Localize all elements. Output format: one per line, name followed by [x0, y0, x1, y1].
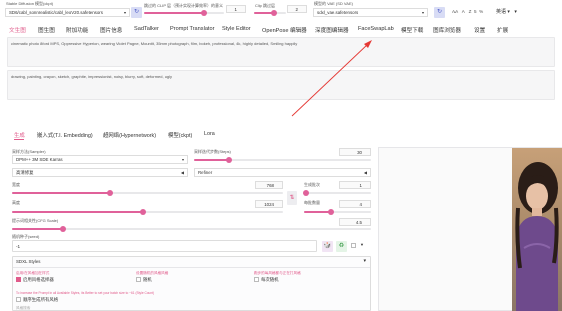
swap-dimensions-icon[interactable]: ⇅ — [287, 191, 297, 205]
collapse-icon[interactable]: ▼ — [363, 258, 367, 263]
enable-style-checkbox[interactable]: 启用风格选择器 — [16, 277, 54, 283]
clip-efficiency-slider[interactable] — [144, 10, 224, 16]
vae-select[interactable]: sdxl_vae.safetensors ▾ — [313, 8, 428, 17]
generated-image[interactable] — [512, 148, 562, 311]
batch-count-label: 生成批次 — [304, 182, 320, 187]
random-style-checkbox[interactable]: 随机 — [136, 277, 152, 283]
vae-value: sdxl_vae.safetensors — [317, 10, 359, 15]
batch-count-value[interactable]: 1 — [339, 181, 371, 189]
sampler-value: DPM++ 3M SDE Karras — [16, 157, 63, 162]
refresh-vae-icon[interactable]: ↻ — [434, 7, 445, 18]
chevron-down-icon: ▾ — [507, 9, 510, 15]
chevron-down-icon: ▾ — [123, 10, 126, 15]
percent-icon[interactable]: % — [479, 9, 483, 14]
language-value: 英语 — [496, 9, 507, 15]
clip-skip-label: Clip 跳过层 — [255, 3, 276, 8]
subtab-lora[interactable]: Lora — [204, 131, 215, 137]
steps-value[interactable]: 30 — [339, 148, 371, 156]
chevron-down-icon: ▾ — [181, 157, 184, 162]
height-slider[interactable] — [12, 209, 283, 215]
tab-model-download[interactable]: 模型下载 — [401, 26, 423, 34]
tab-sadtalker[interactable]: SadTalker — [134, 26, 159, 32]
tab-depth-editor[interactable]: 深度图编辑器 — [315, 26, 349, 34]
clip-efficiency-value[interactable]: 1 — [226, 5, 246, 13]
height-label: 高度 — [12, 200, 20, 205]
seed-input[interactable]: -1 — [12, 240, 317, 252]
tab-extensions[interactable]: 扩展 — [497, 26, 508, 34]
subtab-hypernetwork[interactable]: 超网络(Hypernetwork) — [103, 131, 156, 139]
tab-extras[interactable]: 附加功能 — [66, 26, 88, 34]
chevron-left-icon: ◀ — [363, 170, 367, 175]
style-search-input[interactable]: 风格搜索 — [16, 306, 166, 311]
portrait-photo — [512, 148, 562, 311]
tab-img2img[interactable]: 图生图 — [38, 26, 55, 34]
output-gallery[interactable] — [378, 147, 562, 311]
width-label: 宽度 — [12, 182, 20, 187]
tab-faceswaplab[interactable]: FaceSwapLab — [358, 26, 394, 32]
sdxl-styles-panel: SDXL Styles ▼ 启用/在风格加在样式 启用风格选择器 设置随机的风格… — [12, 256, 371, 311]
extra-seed-checkbox[interactable] — [351, 243, 358, 249]
sequential-styles-checkbox[interactable]: 顺序生成所有风格 — [16, 297, 58, 303]
checkpoint-value: SD6/cabl_sonnrealistic/cabl_leoV20.safet… — [9, 10, 103, 15]
negative-prompt-input[interactable]: drawing, painting, crayon, sketch, graph… — [7, 70, 555, 100]
tab-png-info[interactable]: 图片信息 — [100, 26, 122, 34]
tab-txt2img[interactable]: 文生图 — [9, 26, 26, 34]
triangle-down-icon[interactable]: ▼ — [360, 242, 364, 247]
sdxl-styles-title: SDXL Styles — [16, 259, 41, 264]
tab-openpose-editor[interactable]: OpenPose 编辑器 — [262, 26, 307, 34]
clip-skip-value[interactable]: 2 — [287, 5, 307, 13]
checkpoint-label: Stable Diffusion 模型(ckpt) — [6, 1, 54, 6]
steps-slider[interactable] — [194, 157, 371, 163]
width-slider[interactable] — [12, 190, 283, 196]
cfg-label: 提示词相关性(CFG Scale) — [12, 218, 59, 223]
random-each-checkbox[interactable]: 每次随机 — [254, 277, 279, 283]
tab-style-editor[interactable]: Style Editor — [222, 26, 251, 32]
width-value[interactable]: 768 — [255, 181, 283, 189]
dice-icon[interactable]: 🎲 — [322, 241, 333, 252]
clip-efficiency-label: 跳过的 CLIP 层（预计实现计算效率）的意义 — [144, 3, 224, 8]
steps-label: 采样迭代步数(Steps) — [194, 149, 231, 154]
sampler-select[interactable]: DPM++ 3M SDE Karras ▾ — [12, 155, 188, 164]
font-size-icon[interactable]: A̶A — [452, 9, 458, 14]
batch-size-value[interactable]: 4 — [339, 200, 371, 208]
chevron-down-icon: ▾ — [514, 9, 517, 15]
clip-skip-slider[interactable] — [254, 10, 286, 16]
hires-fix-label: 高清修复 — [16, 170, 34, 175]
enable-style-label: 启用/在风格加在样式 — [16, 271, 50, 275]
active-subtab-underline — [14, 139, 24, 140]
recycle-icon[interactable]: ♻ — [336, 241, 347, 252]
batch-size-slider[interactable] — [304, 209, 371, 215]
cfg-slider[interactable] — [12, 226, 371, 232]
hires-fix-toggle[interactable]: 高清修复 ◀ — [12, 168, 188, 177]
refiner-label: Refiner — [198, 170, 213, 175]
positive-prompt-input[interactable]: cinematic photo 8ford MPS, Oppressive Hy… — [7, 37, 555, 67]
chevron-left-icon: ◀ — [180, 170, 184, 175]
random-each-label: 跑步的每风格都与正在打风格 — [254, 271, 301, 275]
subtab-checkpoint[interactable]: 模型(ckpt) — [168, 131, 192, 139]
subtab-embedding[interactable]: 嵌入式(T.I. Embedding) — [37, 131, 93, 139]
chevron-down-icon: ▾ — [421, 10, 424, 15]
checkpoint-select[interactable]: SD6/cabl_sonnrealistic/cabl_leoV20.safet… — [5, 8, 130, 17]
font-icon[interactable]: A — [462, 9, 465, 14]
tab-settings[interactable]: 设置 — [474, 26, 485, 34]
number-icon[interactable]: 5 — [474, 9, 477, 14]
tab-image-browser[interactable]: 图库浏览器 — [433, 26, 461, 34]
refresh-checkpoint-icon[interactable]: ↻ — [131, 7, 142, 18]
vae-label: 模型的 VAE (SD VAE) — [314, 1, 353, 6]
tab-prompt-translator[interactable]: Prompt Translator — [170, 26, 214, 32]
batch-size-label: 每批数量 — [304, 200, 320, 205]
batch-count-slider[interactable] — [303, 190, 371, 196]
refiner-toggle[interactable]: Refiner ◀ — [194, 168, 371, 177]
language-select[interactable]: 英语 ▾ ▾ — [496, 8, 517, 15]
text-toolbar: A̶A A Z 5 % — [452, 9, 483, 14]
style-count-note: To increase the Prompt in all Available … — [16, 291, 155, 295]
height-value[interactable]: 1024 — [255, 200, 283, 208]
cfg-value[interactable]: 4.5 — [339, 218, 371, 226]
random-style-label: 设置随机的风格风格 — [136, 271, 169, 275]
sort-icon[interactable]: Z — [469, 9, 472, 14]
subtab-generate[interactable]: 生成 — [14, 131, 25, 139]
annotation-arrow — [291, 40, 372, 117]
